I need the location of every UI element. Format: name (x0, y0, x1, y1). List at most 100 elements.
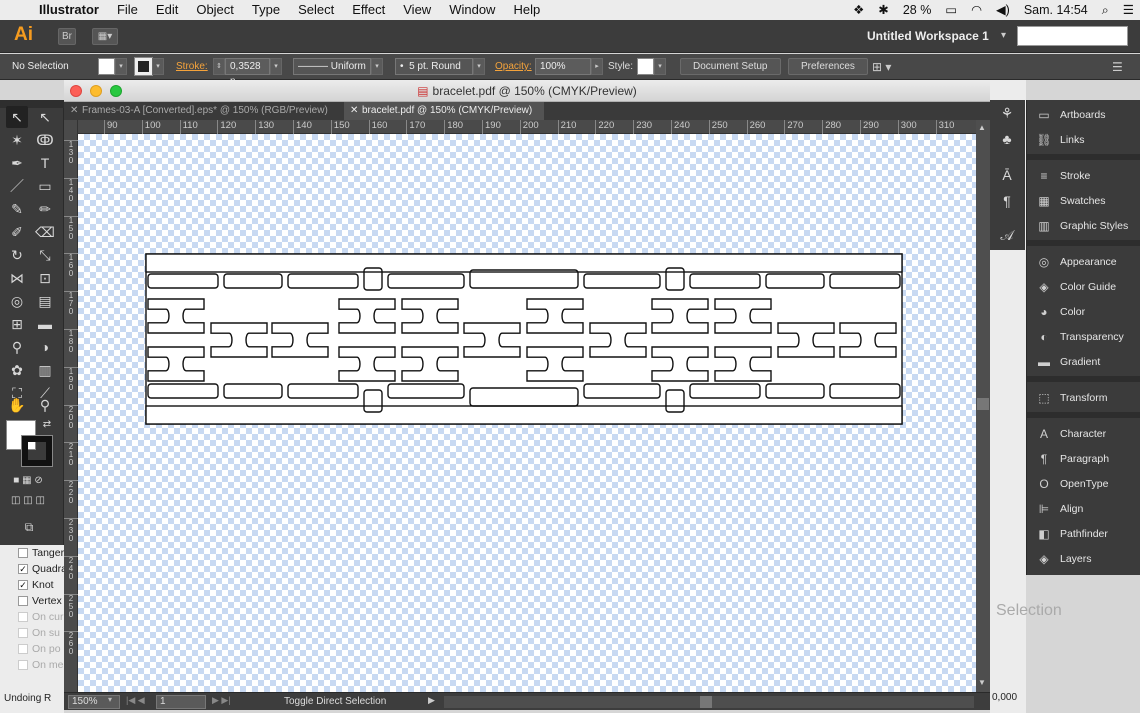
chevron-down-icon[interactable]: ▾ (108, 695, 112, 704)
bracelet-bottom-cutout[interactable] (287, 383, 359, 399)
artboard-nav-prev-icon[interactable]: |◀ ◀ (126, 695, 145, 706)
panel-character[interactable]: A Character (1027, 421, 1140, 446)
swap-fill-stroke-icon[interactable]: ⇄ (40, 418, 54, 432)
panel-graphic-styles[interactable]: ▥ Graphic Styles (1027, 213, 1140, 238)
stroke-label[interactable]: Stroke: (176, 58, 208, 75)
rectangle-tool-icon[interactable]: ▭ (34, 175, 56, 197)
arrange-documents-icon[interactable]: ▦▾ (92, 28, 118, 45)
panel-align[interactable]: ⊫ Align (1027, 496, 1140, 521)
bracelet-top-cutout[interactable] (583, 273, 661, 289)
document-setup-button[interactable]: Document Setup (680, 58, 781, 75)
bracelet-bottom-strip[interactable] (145, 405, 903, 425)
blend-tool-icon[interactable]: ◑ (34, 336, 56, 358)
stroke-weight-field[interactable]: ⇕0,3528 n▾ (213, 58, 282, 87)
panel-opentype[interactable]: O OpenType (1027, 471, 1140, 496)
panel-appearance[interactable]: ◎ Appearance (1027, 249, 1140, 274)
panel-transparency[interactable]: ◐ Transparency (1027, 324, 1140, 349)
type-tool-icon[interactable]: T (34, 152, 56, 174)
color-mode-icons[interactable]: ■ ▦ ⊘ (8, 474, 48, 488)
dropbox-icon[interactable]: ❖ (853, 0, 864, 20)
selection-tool-icon[interactable]: ↖ (6, 106, 28, 128)
menu-window[interactable]: Window (440, 0, 504, 20)
zoom-window-button[interactable] (110, 85, 122, 97)
variable-width-profile[interactable]: ——— Uniform ▾ (293, 58, 383, 75)
bracelet-bottom-cutout[interactable] (689, 383, 761, 399)
chevron-down-icon[interactable]: ▾ (1001, 30, 1006, 41)
bracelet-top-cutout[interactable] (363, 267, 383, 291)
bracelet-artwork[interactable] (78, 134, 976, 692)
panel-paragraph[interactable]: ¶ Paragraph (1027, 446, 1140, 471)
panel-links[interactable]: ⛓ Links (1027, 127, 1140, 152)
horizontal-scroll-thumb[interactable] (700, 696, 712, 708)
style-picker[interactable]: ▾ (637, 58, 666, 75)
scroll-down-icon[interactable]: ▼ (978, 678, 986, 687)
bracelet-top-cutout[interactable] (469, 269, 579, 289)
brush-definition[interactable]: • 5 pt. Round ▾ (395, 58, 485, 75)
volume-icon[interactable]: ◀) (996, 0, 1010, 20)
line-tool-icon[interactable]: ／ (6, 175, 28, 197)
clock[interactable]: Sam. 14:54 (1024, 0, 1088, 20)
vertical-scrollbar[interactable]: ▲ ▼ (976, 120, 990, 692)
scale-tool-icon[interactable]: ⤡ (34, 244, 56, 266)
notification-icon[interactable]: ☰ (1123, 0, 1134, 20)
horizontal-ruler[interactable]: 90 100 110 120 130 140 150 160 170 180 190 200 210 22… (78, 120, 976, 134)
bridge-button[interactable]: Br (58, 28, 76, 45)
hand-tool-icon[interactable]: ✋ (6, 394, 28, 416)
screen-mode-icon[interactable]: ⧉ (18, 516, 40, 538)
panel-artboards[interactable]: ▭ Artboards (1027, 102, 1140, 127)
free-transform-tool-icon[interactable]: ⊡ (34, 267, 56, 289)
bracelet-top-strip[interactable] (145, 253, 903, 273)
magic-wand-tool-icon[interactable]: ✶ (6, 129, 28, 151)
symbols-icon[interactable]: ♣ (996, 128, 1018, 150)
preferences-button[interactable]: Preferences (788, 58, 868, 75)
puppet-warp-icon[interactable]: ⚘ (996, 102, 1018, 124)
symbol-sprayer-tool-icon[interactable]: ✿ (6, 359, 28, 381)
panel-color[interactable]: ◕ Color (1027, 299, 1140, 324)
eyedropper-tool-icon[interactable]: ⚲ (6, 336, 28, 358)
blob-brush-tool-icon[interactable]: ✐ (6, 221, 28, 243)
bracelet-top-cutout[interactable] (147, 273, 219, 289)
gradient-tool-icon[interactable]: ▬ (34, 313, 56, 335)
zoom-tool-icon[interactable]: ⚲ (34, 394, 56, 416)
menu-object[interactable]: Object (187, 0, 243, 20)
bracelet-bottom-cutout[interactable] (223, 383, 283, 399)
battery-icon[interactable]: ▭ (945, 0, 957, 20)
menu-view[interactable]: View (394, 0, 440, 20)
bracelet-bottom-cutout[interactable] (469, 387, 579, 407)
panel-pathfinder[interactable]: ◧ Pathfinder (1027, 521, 1140, 546)
bracelet-bottom-cutout[interactable] (363, 389, 383, 413)
search-icon[interactable]: ⌕ (1102, 0, 1109, 20)
lasso-tool-icon[interactable]: ↂ (34, 129, 56, 151)
character-styles-icon[interactable]: Ā (996, 164, 1018, 186)
shape-builder-tool-icon[interactable]: ◎ (6, 290, 28, 312)
fill-swatch[interactable]: ▾ (98, 58, 127, 75)
panel-gradient[interactable]: ▬ Gradient (1027, 349, 1140, 374)
mesh-tool-icon[interactable]: ⊞ (6, 313, 28, 335)
stroke-color-box[interactable] (21, 435, 53, 467)
bracelet-top-cutout[interactable] (765, 273, 825, 289)
wifi-icon[interactable]: ◠ (971, 0, 982, 20)
menu-type[interactable]: Type (243, 0, 289, 20)
pen-tool-icon[interactable]: ✒ (6, 152, 28, 174)
bracelet-top-cutout[interactable] (223, 273, 283, 289)
bracelet-top-cutout[interactable] (689, 273, 761, 289)
bracelet-top-cutout[interactable] (287, 273, 359, 289)
close-window-button[interactable] (70, 85, 82, 97)
menu-help[interactable]: Help (504, 0, 549, 20)
bracelet-bottom-cutout[interactable] (583, 383, 661, 399)
tab-bracelet[interactable]: ✕ bracelet.pdf @ 150% (CMYK/Preview) (344, 102, 544, 120)
menu-edit[interactable]: Edit (147, 0, 187, 20)
pencil-tool-icon[interactable]: ✏ (34, 198, 56, 220)
artboard-nav-next-icon[interactable]: ▶ ▶| (212, 695, 231, 706)
opacity-field[interactable]: 100% ▸ (535, 58, 603, 75)
column-graph-tool-icon[interactable]: ▥ (34, 359, 56, 381)
stroke-swatch[interactable]: ▾ (134, 57, 164, 76)
perspective-grid-tool-icon[interactable]: ▤ (34, 290, 56, 312)
drawing-mode-icons[interactable]: ◫ ◫ ◫ (8, 494, 48, 508)
opacity-label[interactable]: Opacity: (495, 58, 532, 75)
eraser-tool-icon[interactable]: ⌫ (34, 221, 56, 243)
horizontal-scrollbar[interactable] (444, 696, 974, 708)
panel-transform[interactable]: ⬚ Transform (1027, 385, 1140, 410)
vertical-scroll-thumb[interactable] (977, 398, 989, 410)
status-menu-icon[interactable]: ▶ (428, 695, 435, 706)
